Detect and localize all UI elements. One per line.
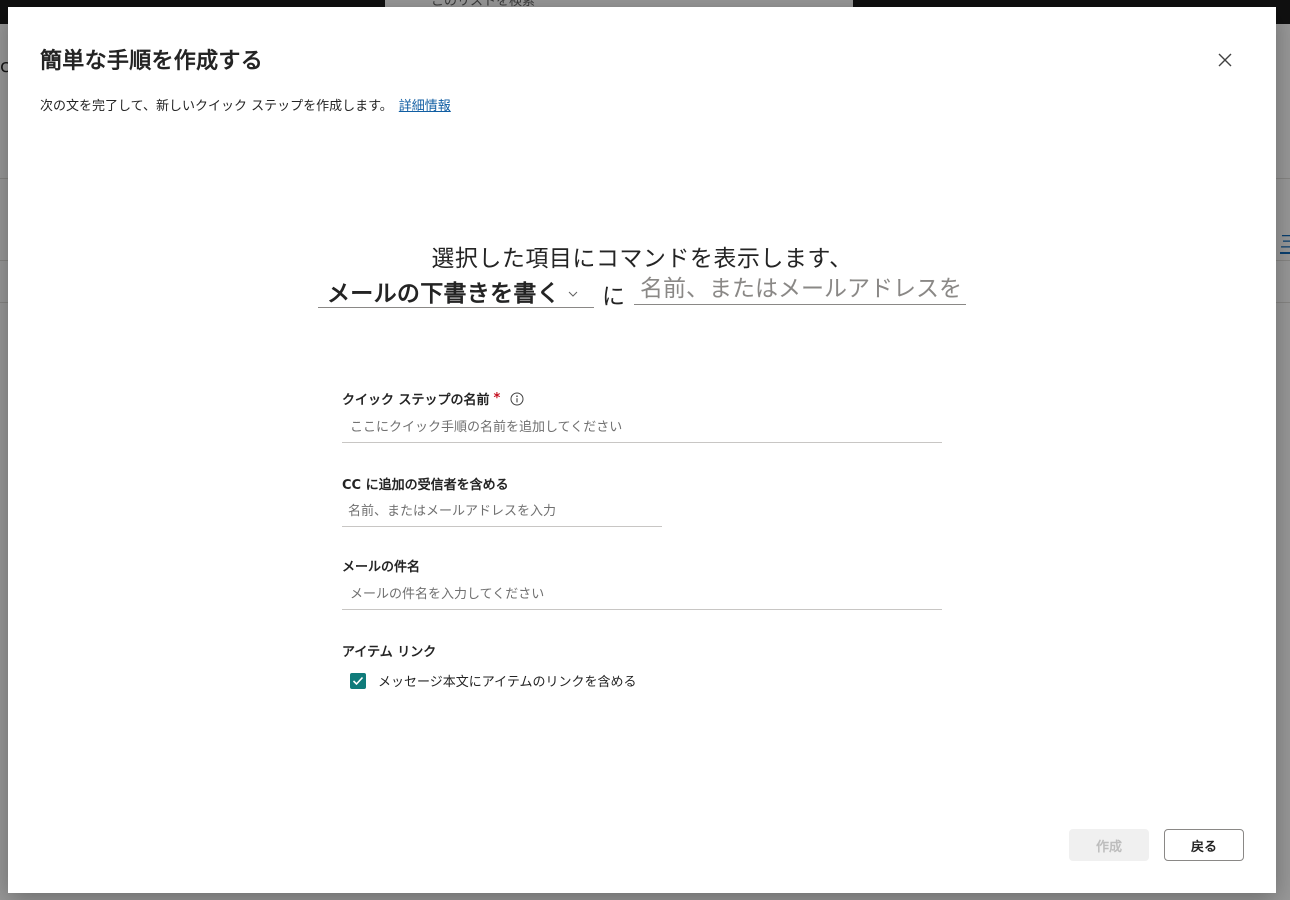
required-indicator: * <box>493 391 501 406</box>
create-button[interactable]: 作成 <box>1069 829 1149 861</box>
cc-input[interactable] <box>342 497 662 527</box>
sentence-conjunction: に <box>602 284 625 310</box>
action-dropdown-value: メールの下書きを書く <box>327 281 560 307</box>
create-quick-step-dialog: 簡単な手順を作成する 次の文を完了して、新しいクイック ステップを作成します。詳… <box>8 7 1276 893</box>
include-link-option[interactable]: メッセージ本文にアイテムのリンクを含める <box>350 671 636 690</box>
close-icon <box>1218 53 1232 67</box>
learn-more-link[interactable]: 詳細情報 <box>399 99 451 114</box>
recipient-input[interactable] <box>634 273 966 305</box>
action-dropdown[interactable]: メールの下書きを書く <box>318 275 594 308</box>
include-link-checkbox[interactable] <box>350 672 366 689</box>
include-link-label: メッセージ本文にアイテムのリンクを含める <box>378 675 637 690</box>
subject-input[interactable] <box>342 580 942 610</box>
checkmark-icon <box>352 676 364 685</box>
close-button[interactable] <box>1212 47 1238 73</box>
chevron-down-icon <box>568 291 578 297</box>
sentence-line-1: 選択した項目にコマンドを表示します、 <box>431 246 853 272</box>
info-icon[interactable] <box>510 392 524 406</box>
quick-step-name-label-text: クイック ステップの名前 <box>342 393 490 408</box>
subtitle-text: 次の文を完了して、新しいクイック ステップを作成します。 <box>40 99 393 114</box>
cc-label: CC に追加の受信者を含める <box>342 478 509 493</box>
back-button[interactable]: 戻る <box>1164 829 1244 861</box>
dialog-title: 簡単な手順を作成する <box>40 49 264 74</box>
item-link-label: アイテム リンク <box>342 645 437 660</box>
subject-label: メールの件名 <box>342 560 421 575</box>
quick-step-name-label: クイック ステップの名前 * <box>342 389 524 408</box>
quick-step-name-input[interactable] <box>342 413 942 443</box>
dialog-subtitle: 次の文を完了して、新しいクイック ステップを作成します。 詳細情報 <box>40 95 451 114</box>
